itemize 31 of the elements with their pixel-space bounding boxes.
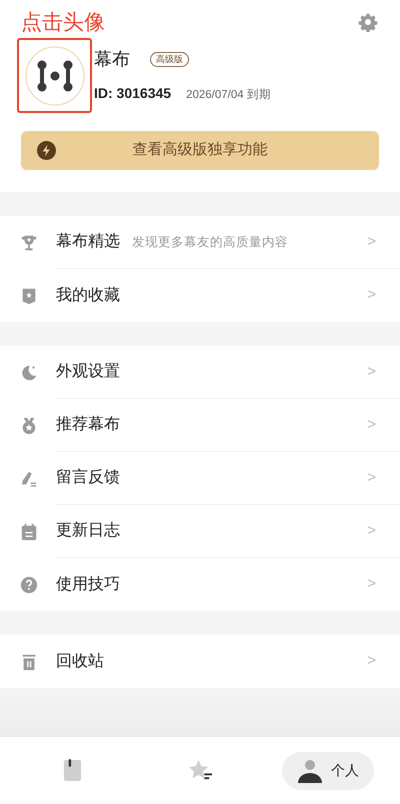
avatar-logo	[24, 46, 84, 106]
menu-item-label[interactable]: 外观设置	[56, 360, 120, 384]
trophy-icon	[20, 234, 38, 252]
menu-item-label[interactable]: 留言反馈	[56, 466, 120, 490]
menu-item-label[interactable]: 更新日志	[56, 519, 120, 543]
bookmark-star-icon	[20, 286, 38, 304]
help-icon	[20, 576, 38, 594]
moon-icon	[20, 364, 38, 382]
pencil-icon	[20, 470, 38, 488]
menu-item-label[interactable]: 推荐幕布	[56, 413, 120, 437]
tab-bar-item[interactable]: 个人	[282, 752, 374, 790]
settings-icon[interactable]	[358, 12, 378, 32]
premium-badge: 高级版	[150, 52, 189, 68]
menu-item-subtitle: 发现更多幕友的高质量内容	[132, 234, 288, 251]
menu-item-label[interactable]: 使用技巧	[56, 572, 120, 596]
lightning-icon	[37, 141, 56, 160]
trash-icon	[20, 652, 38, 670]
avatar-highlight-frame[interactable]	[17, 38, 92, 113]
user-id: ID: 3016345	[94, 84, 172, 104]
menu-item-label[interactable]: 幕布精选	[56, 230, 120, 254]
premium-features-button[interactable]: 查看高级版独享功能	[21, 131, 379, 170]
user-name: 幕布	[94, 48, 130, 72]
person-icon	[297, 758, 323, 782]
expiry-date: 2026/07/04 到期	[186, 88, 271, 104]
notebook-icon	[62, 759, 82, 782]
star-list-icon	[188, 759, 212, 782]
calendar-icon	[20, 522, 38, 540]
menu-item-label[interactable]: 我的收藏	[56, 284, 120, 308]
annotation-text: 点击头像	[21, 10, 105, 36]
medal-icon	[20, 416, 38, 434]
menu-item-label[interactable]: 回收站	[56, 650, 104, 674]
